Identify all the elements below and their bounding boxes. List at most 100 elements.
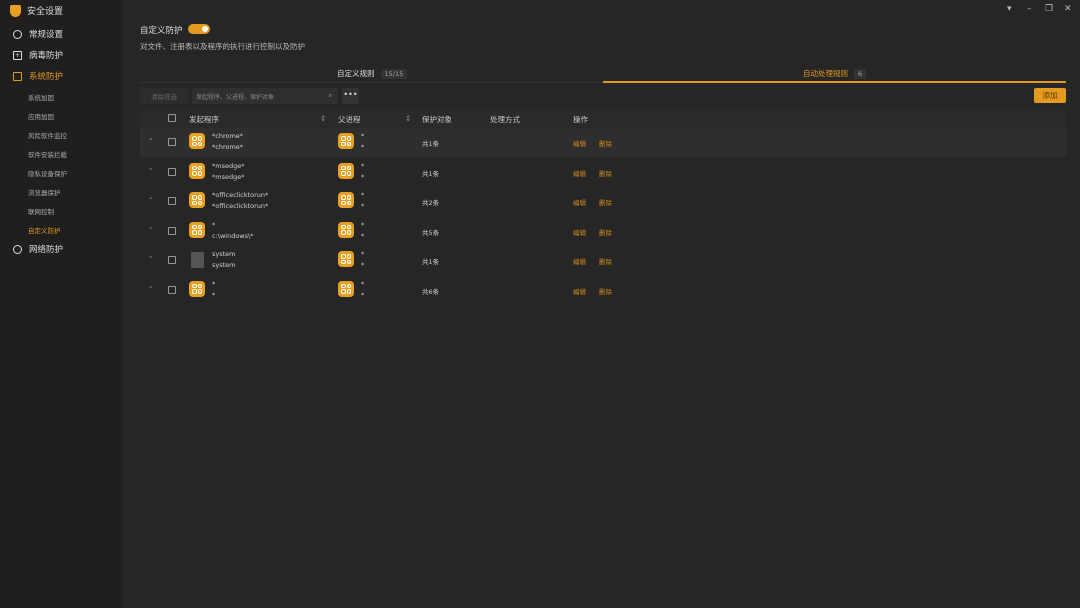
column-program[interactable]: 发起程序 (189, 114, 219, 125)
delete-link[interactable]: 删除 (599, 227, 612, 237)
sidebar-item-label: 病毒防护 (29, 51, 64, 61)
sub-item-browser[interactable]: 浏览器保护 (28, 187, 61, 197)
row-checkbox[interactable] (168, 285, 176, 294)
target-count[interactable]: 共2条 (422, 197, 439, 207)
target-count[interactable]: 共5条 (422, 227, 439, 237)
column-operation: 操作 (573, 115, 588, 124)
sidebar-item-network[interactable]: 网络防护 (0, 241, 122, 257)
tab-label: 自定义规则 (337, 69, 375, 78)
sub-item-app-harden[interactable]: 应用加固 (28, 111, 54, 121)
edit-link[interactable]: 编辑 (573, 138, 586, 148)
target-count[interactable]: 共1条 (422, 168, 439, 178)
row-checkbox[interactable] (168, 138, 176, 146)
parent-name: * (361, 132, 365, 140)
table-row[interactable]: ⌃ *officeclicktorun* *officeclicktorun* … (140, 187, 1066, 216)
grid-icon (13, 71, 22, 81)
delete-link[interactable]: 删除 (599, 256, 612, 266)
sub-item-privacy[interactable]: 隐私设备保护 (28, 168, 67, 178)
app-icon (189, 280, 205, 297)
table-row[interactable]: ⌃ * * * * 共6条 编辑 删除 (140, 276, 1066, 305)
page-title: 自定义防护 (140, 26, 183, 36)
program-path: * (212, 290, 216, 299)
expand-chevron-icon[interactable]: ⌃ (148, 226, 153, 234)
program-path: *msedge* (212, 172, 245, 181)
program-name: * (212, 279, 216, 288)
sidebar: 安全设置 常规设置 + 病毒防护 系统防护 系统加固 应用加固 风险软件监控 软件… (0, 0, 122, 608)
tab-badge: 6 (854, 68, 867, 79)
expand-chevron-icon[interactable]: ⌃ (148, 255, 153, 263)
parent-name: * (361, 220, 365, 229)
expand-chevron-icon[interactable]: ⌃ (148, 167, 153, 175)
sidebar-item-label: 网络防护 (29, 245, 64, 255)
edit-link[interactable]: 编辑 (573, 168, 586, 178)
search-input[interactable]: 发起程序、父进程、保护对象 ⌕ (192, 88, 338, 104)
menu-icon[interactable]: ▾ (1007, 4, 1012, 14)
sub-item-risk-monitor[interactable]: 风险软件监控 (28, 130, 67, 140)
file-icon (191, 252, 204, 268)
program-path: *chrome* (212, 143, 244, 151)
clear-filter-button[interactable]: 清除筛选 (140, 88, 188, 104)
parent-path: * (361, 143, 365, 151)
edit-link[interactable]: 编辑 (573, 227, 586, 237)
tab-auto-rules[interactable]: 自动处理规则 6 (803, 68, 867, 79)
search-placeholder: 发起程序、父进程、保护对象 (196, 93, 275, 101)
table-row[interactable]: ⌃ *msedge* *msedge* * * 共1条 编辑 删除 (140, 158, 1066, 187)
table-header: 发起程序 ⇕ 父进程 ⇕ 保护对象 处理方式 操作 (140, 110, 1066, 128)
table-row[interactable]: ⌃ * c:\windows\* * * 共5条 编辑 删除 (140, 217, 1066, 246)
column-parent[interactable]: 父进程 (338, 114, 361, 125)
parent-app-icon (338, 133, 354, 149)
sidebar-item-virus[interactable]: + 病毒防护 (0, 47, 122, 63)
expand-chevron-icon[interactable]: ⌃ (148, 285, 153, 293)
select-all-checkbox[interactable] (168, 114, 176, 122)
close-icon[interactable]: ✕ (1064, 4, 1072, 14)
delete-link[interactable]: 删除 (599, 197, 612, 207)
parent-name: * (361, 250, 365, 258)
target-count[interactable]: 共1条 (422, 138, 439, 148)
parent-name: * (361, 279, 365, 288)
sort-icon[interactable]: ⇕ (405, 114, 411, 123)
column-target: 保护对象 (422, 115, 452, 124)
sub-item-system-harden[interactable]: 系统加固 (28, 92, 54, 102)
expand-chevron-icon[interactable]: ⌃ (148, 196, 153, 204)
delete-link[interactable]: 删除 (599, 168, 612, 178)
tab-badge: 15/15 (380, 68, 408, 79)
tab-custom-rules[interactable]: 自定义规则 15/15 (337, 68, 408, 79)
program-path: *officeclicktorun* (212, 202, 269, 210)
sidebar-item-system[interactable]: 系统防护 (0, 68, 122, 84)
edit-link[interactable]: 编辑 (573, 197, 586, 207)
target-count[interactable]: 共1条 (422, 256, 439, 266)
parent-path: * (361, 290, 365, 299)
row-checkbox[interactable] (168, 197, 176, 205)
sidebar-item-general[interactable]: 常规设置 (0, 26, 122, 42)
sort-icon[interactable]: ⇕ (320, 114, 326, 123)
delete-link[interactable]: 删除 (599, 138, 612, 148)
row-checkbox[interactable] (168, 256, 176, 264)
sidebar-item-label: 系统防护 (29, 72, 64, 82)
row-checkbox[interactable] (168, 167, 176, 176)
add-button[interactable]: 添加 (1034, 88, 1066, 103)
sub-item-custom[interactable]: 自定义防护 (28, 225, 61, 235)
edit-link[interactable]: 编辑 (573, 256, 586, 266)
more-button[interactable]: ••• (342, 88, 359, 104)
sub-item-network-control[interactable]: 联网控制 (28, 206, 54, 216)
table-row[interactable]: ⌃ *chrome* *chrome* * * 共1条 编辑 删除 (140, 128, 1066, 157)
search-icon: ⌕ (328, 92, 332, 99)
minimize-icon[interactable]: – (1027, 4, 1032, 14)
expand-chevron-icon[interactable]: ⌃ (148, 137, 153, 145)
parent-app-icon (338, 192, 354, 208)
app-title: 安全设置 (10, 4, 63, 17)
parent-app-icon (338, 251, 354, 267)
delete-link[interactable]: 删除 (599, 286, 612, 296)
program-name: *officeclicktorun* (212, 191, 269, 199)
tab-label: 自动处理规则 (803, 69, 848, 78)
custom-protection-toggle[interactable] (188, 24, 210, 34)
restore-icon[interactable]: ❐ (1045, 4, 1053, 14)
edit-link[interactable]: 编辑 (573, 286, 586, 296)
sidebar-item-label: 常规设置 (29, 30, 64, 40)
page-description: 对文件、注册表以及程序的执行进行控制以及防护 (140, 42, 305, 51)
gear-icon (13, 29, 22, 39)
sub-item-install-block[interactable]: 软件安装拦截 (28, 149, 67, 159)
table-row[interactable]: ⌃ system system * * 共1条 编辑 删除 (140, 246, 1066, 275)
row-checkbox[interactable] (168, 226, 176, 235)
target-count[interactable]: 共6条 (422, 286, 439, 296)
